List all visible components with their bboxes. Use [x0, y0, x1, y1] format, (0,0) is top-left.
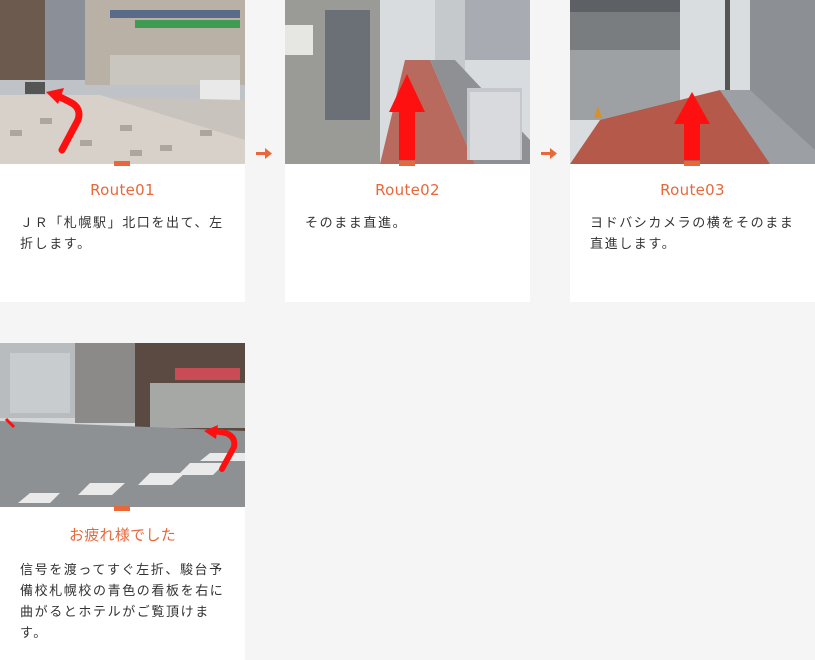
sidewalk-straight-photo: [285, 0, 530, 164]
route-photo-1: [0, 0, 245, 164]
route-step-card-1: Route01 ＪＲ「札幌駅」北口を出て、左折します。: [0, 0, 245, 302]
route-step-card-2: Route02 そのまま直進。: [285, 0, 530, 302]
route-description: ＪＲ「札幌駅」北口を出て、左折します。: [20, 216, 224, 252]
route-title: Route01: [90, 181, 155, 199]
route-photo-2: [285, 0, 530, 164]
route-title: お疲れ様でした: [68, 526, 177, 544]
route-description: ヨドバシカメラの横をそのまま直進します。: [590, 216, 795, 252]
photo-marker: [399, 161, 415, 166]
route-description: そのまま直進。: [305, 216, 408, 231]
street-corner-photo: [0, 0, 245, 164]
route-step-card-3: Route03 ヨドバシカメラの横をそのまま直進します。: [570, 0, 815, 302]
brick-sidewalk-photo: [570, 0, 815, 164]
route-step-card-4: お疲れ様でした 信号を渡ってすぐ左折、駿台予備校札幌校の青色の看板を右に曲がると…: [0, 343, 245, 660]
photo-marker: [114, 506, 130, 511]
right-arrow-icon: [256, 148, 272, 159]
route-title: Route02: [375, 181, 440, 199]
route-photo-4: [0, 343, 245, 507]
photo-marker: [114, 161, 130, 166]
photo-marker: [684, 161, 700, 166]
right-arrow-icon: [541, 148, 557, 159]
route-photo-3: [570, 0, 815, 164]
route-description: 信号を渡ってすぐ左折、駿台予備校札幌校の青色の看板を右に曲がるとホテルがご覧頂け…: [20, 563, 225, 641]
route-title: Route03: [660, 181, 725, 199]
crosswalk-photo: [0, 343, 245, 507]
